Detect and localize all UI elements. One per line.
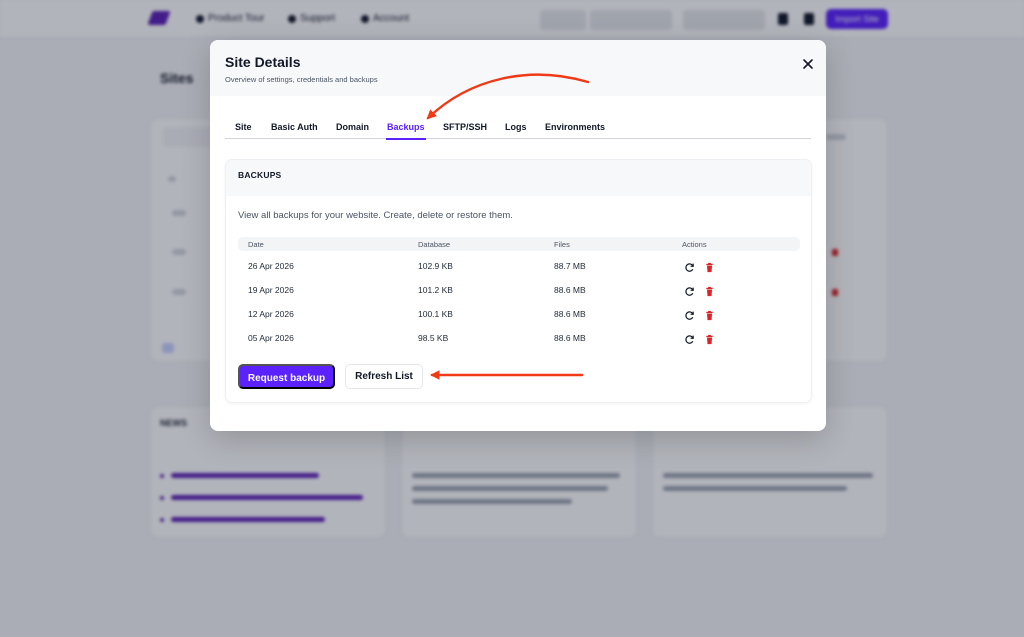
table-row: 19 Apr 2026 101.2 KB 88.6 MB — [238, 278, 800, 302]
column-actions: Actions — [682, 240, 707, 249]
table-row: 12 Apr 2026 100.1 KB 88.6 MB — [238, 302, 800, 326]
refresh-list-button[interactable]: Refresh List — [345, 364, 423, 389]
close-icon[interactable] — [800, 56, 816, 72]
cell-date: 05 Apr 2026 — [248, 333, 294, 343]
section-description: View all backups for your website. Creat… — [238, 210, 513, 221]
column-database: Database — [418, 240, 451, 249]
column-files: Files — [554, 240, 570, 249]
cell-date: 26 Apr 2026 — [248, 261, 294, 271]
table-header: Date Database Files Actions — [238, 237, 800, 251]
section-header: BACKUPS — [226, 160, 811, 196]
tab-environments[interactable]: Environments — [544, 122, 606, 138]
delete-icon[interactable] — [704, 284, 715, 297]
cell-database: 102.9 KB — [418, 261, 453, 271]
restore-icon[interactable] — [684, 260, 695, 272]
cell-files: 88.7 MB — [554, 261, 586, 271]
cell-files: 88.6 MB — [554, 285, 586, 295]
restore-icon[interactable] — [684, 284, 695, 296]
cell-files: 88.6 MB — [554, 309, 586, 319]
column-date: Date — [248, 240, 264, 249]
tab-basic-auth[interactable]: Basic Auth — [270, 122, 319, 138]
tab-domain[interactable]: Domain — [335, 122, 370, 138]
tab-bar: Site Basic Auth Domain Backups SFTP/SSH … — [225, 120, 811, 140]
tab-sftp-ssh[interactable]: SFTP/SSH — [442, 122, 488, 138]
backups-section: BACKUPS View all backups for your websit… — [225, 159, 812, 403]
tab-logs[interactable]: Logs — [504, 122, 528, 138]
section-title: BACKUPS — [238, 170, 282, 180]
restore-icon[interactable] — [684, 308, 695, 320]
cell-database: 100.1 KB — [418, 309, 453, 319]
cell-database: 98.5 KB — [418, 333, 449, 343]
table-row: 26 Apr 2026 102.9 KB 88.7 MB — [238, 254, 800, 278]
modal-title: Site Details — [225, 54, 301, 70]
request-backup-button[interactable]: Request backup — [238, 364, 335, 389]
delete-icon[interactable] — [704, 332, 715, 345]
delete-icon[interactable] — [704, 260, 715, 273]
modal-subtitle: Overview of settings, credentials and ba… — [225, 75, 378, 84]
cell-date: 12 Apr 2026 — [248, 309, 294, 319]
site-details-modal: Site Details Overview of settings, crede… — [210, 40, 826, 431]
cell-database: 101.2 KB — [418, 285, 453, 295]
cell-date: 19 Apr 2026 — [248, 285, 294, 295]
tab-site[interactable]: Site — [234, 122, 253, 138]
table-row: 05 Apr 2026 98.5 KB 88.6 MB — [238, 326, 800, 350]
delete-icon[interactable] — [704, 308, 715, 321]
restore-icon[interactable] — [684, 332, 695, 344]
tab-backups[interactable]: Backups — [386, 122, 426, 140]
backups-table: Date Database Files Actions 26 Apr 2026 … — [238, 237, 800, 352]
cell-files: 88.6 MB — [554, 333, 586, 343]
modal-header: Site Details Overview of settings, crede… — [210, 40, 826, 96]
